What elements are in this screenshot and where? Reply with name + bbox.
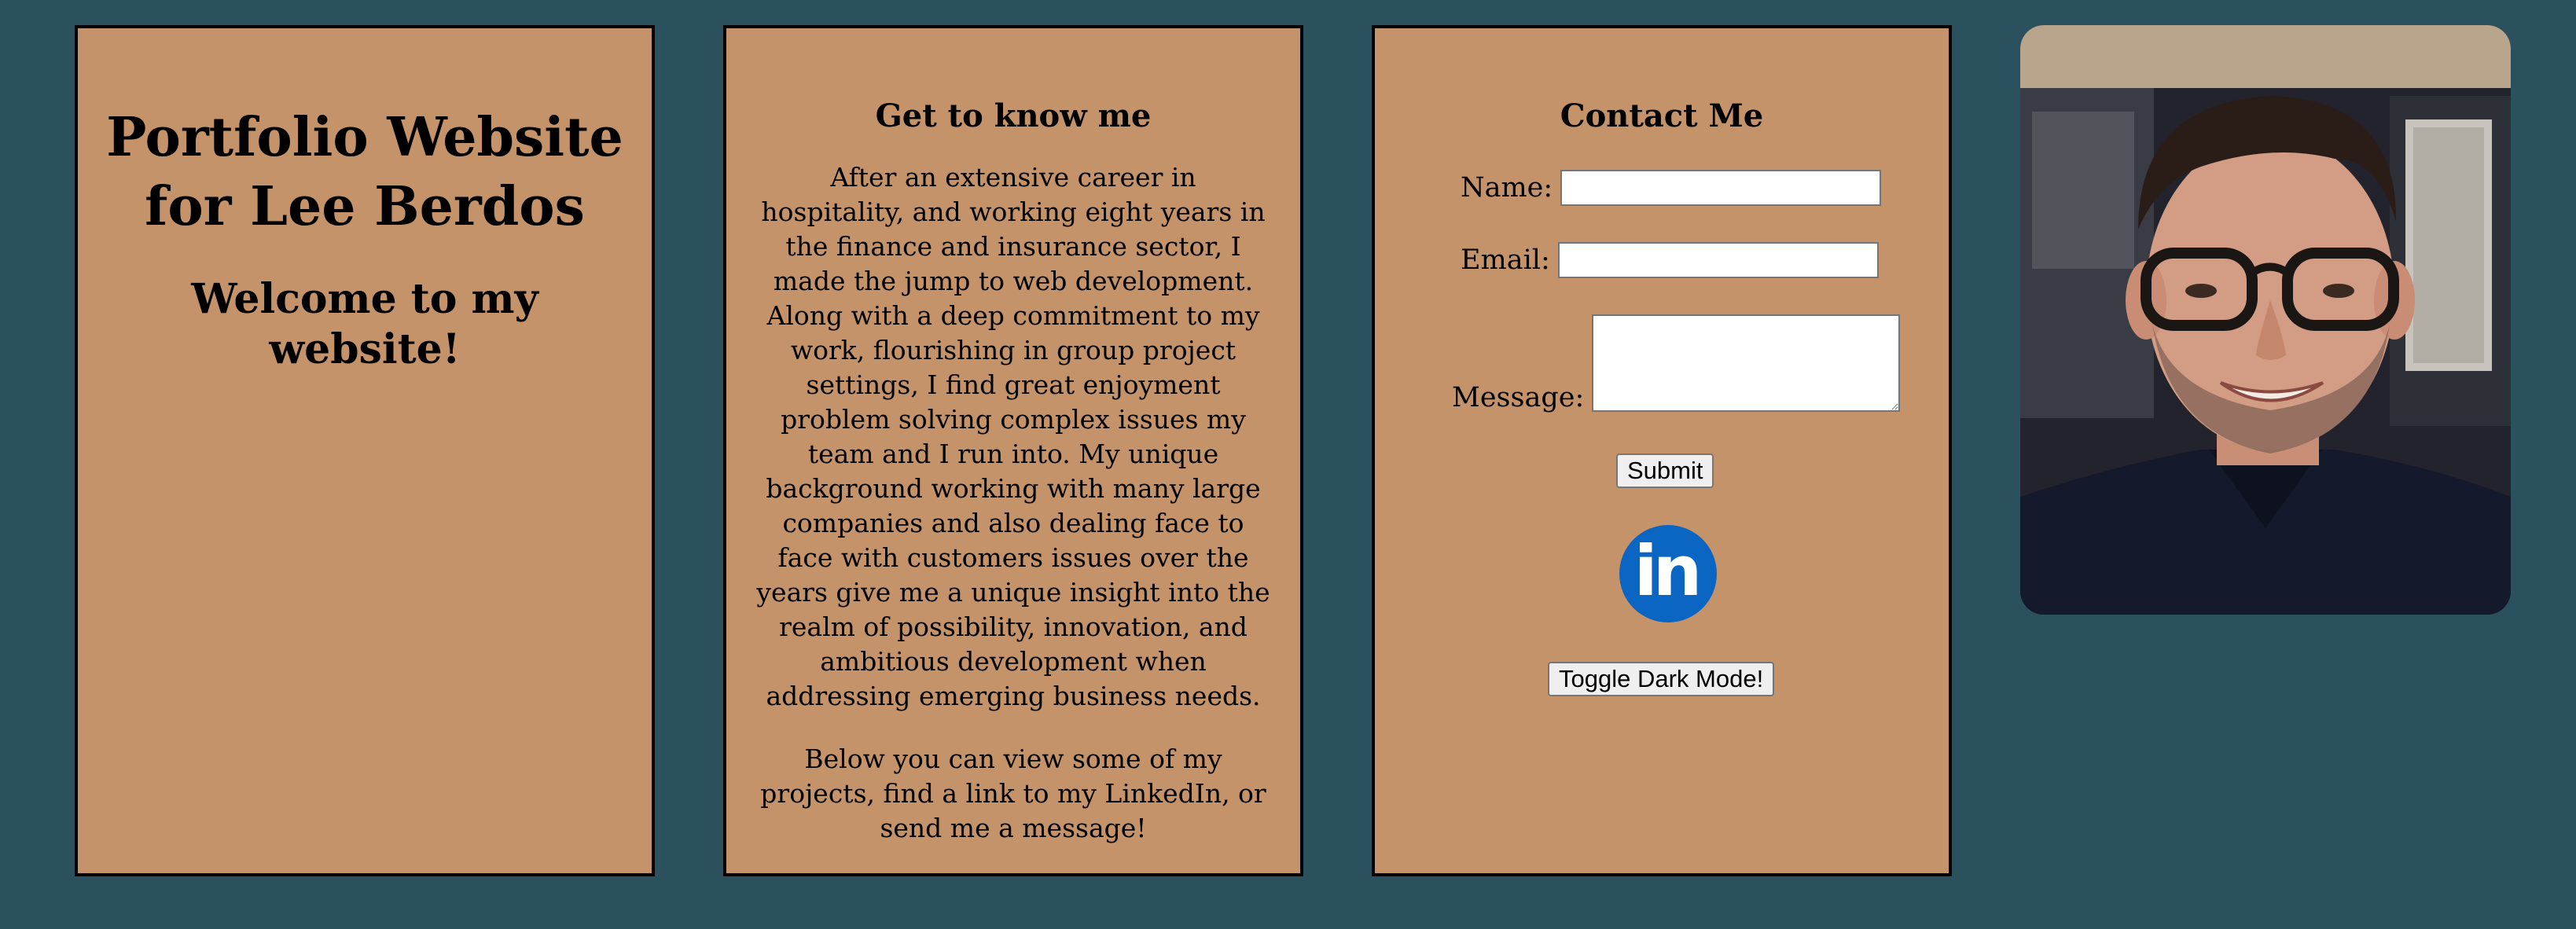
email-row: Email: — [1461, 242, 1879, 278]
profile-photo — [2020, 25, 2511, 615]
message-row: Message: — [1452, 314, 1901, 413]
name-row: Name: — [1461, 170, 1882, 206]
linkedin-link[interactable]: in — [1619, 525, 1717, 622]
about-paragraph-links: Below you can view some of my projects, … — [760, 744, 1266, 843]
contact-heading: Contact Me — [1560, 97, 1764, 134]
email-input[interactable] — [1557, 242, 1879, 278]
about-card: Get to know me After an extensive career… — [723, 25, 1303, 876]
contact-card: Contact Me Name: Email: Message: Submit … — [1372, 25, 1952, 876]
toggle-dark-mode-button[interactable]: Toggle Dark Mode! — [1548, 662, 1775, 696]
title-card: Portfolio Website for Lee Berdos Welcome… — [75, 25, 655, 876]
about-paragraph: After an extensive career in hospitality… — [756, 162, 1270, 711]
message-textarea[interactable] — [1592, 314, 1901, 412]
welcome-heading: Welcome to my website! — [191, 275, 538, 373]
linkedin-icon: in — [1633, 531, 1703, 611]
page-title: Portfolio Website for Lee Berdos — [106, 106, 623, 238]
submit-button[interactable]: Submit — [1616, 453, 1714, 488]
about-heading: Get to know me — [875, 97, 1152, 134]
email-label: Email: — [1461, 244, 1550, 276]
name-label: Name: — [1461, 172, 1553, 204]
name-input[interactable] — [1560, 170, 1882, 206]
message-label: Message: — [1452, 382, 1585, 413]
